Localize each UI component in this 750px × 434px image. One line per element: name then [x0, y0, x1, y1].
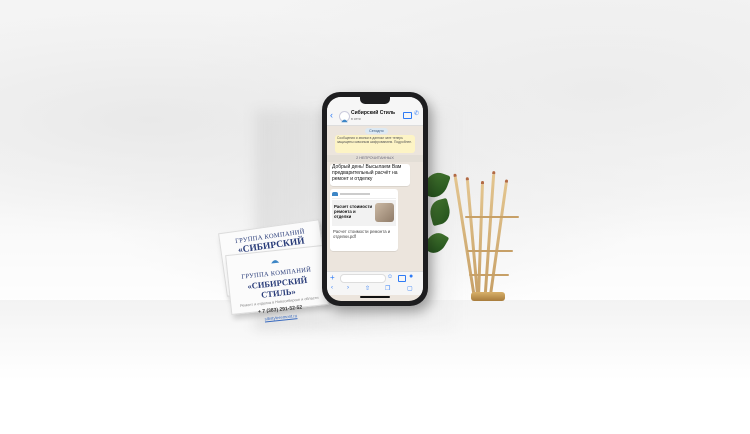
document-preview[interactable]: Расчет стоимости ремонта и отделки: [332, 200, 396, 226]
plus-icon[interactable]: +: [330, 273, 335, 282]
stand-ring: [469, 274, 509, 276]
stand-ring: [467, 250, 513, 252]
avatar[interactable]: [339, 111, 350, 123]
pencil-stand: [453, 170, 525, 305]
stand-base: [471, 292, 505, 301]
phone-screen: 11:52 ‹ Сибирский Стиль в сети ✆ Сегодня…: [327, 97, 423, 301]
sticker-icon[interactable]: ☺: [387, 274, 393, 280]
pencil: [477, 183, 484, 297]
message-bubble[interactable]: Добрый день! Высылаем Вам предварительны…: [330, 164, 410, 186]
tabs-icon[interactable]: ▢: [407, 285, 413, 292]
document-header: [332, 191, 396, 199]
product-scene: ГРУППА КОМПАНИЙ «СИБИРСКИЙ СТИЛЬ» ГРУППА…: [0, 0, 750, 434]
video-icon[interactable]: [403, 112, 412, 119]
share-icon[interactable]: ⇧: [365, 285, 370, 292]
company-logo-icon: [332, 192, 338, 196]
back-icon[interactable]: ‹: [330, 110, 333, 120]
header-line: [340, 193, 370, 195]
phone-notch: [360, 97, 390, 104]
stand-ring: [465, 216, 519, 218]
call-icon[interactable]: ✆: [414, 110, 419, 117]
document-thumbnail: [375, 203, 394, 222]
nav-back-icon[interactable]: ‹: [331, 285, 333, 291]
encryption-notice[interactable]: Сообщения и звонки в данном чате теперь …: [335, 135, 415, 153]
camera-icon[interactable]: [398, 275, 406, 282]
message-input[interactable]: [340, 274, 386, 283]
business-card-front: ГРУППА КОМПАНИЙ «СИБИРСКИЙ СТИЛЬ» Ремонт…: [225, 245, 329, 321]
company-logo-icon: [271, 260, 280, 264]
chat-name[interactable]: Сибирский Стиль: [351, 110, 395, 116]
date-chip: Сегодня: [365, 128, 388, 134]
nav-forward-icon[interactable]: ›: [347, 285, 349, 291]
document-title: Расчет стоимости ремонта и отделки: [334, 204, 373, 219]
chat-header: ‹ Сибирский Стиль в сети ✆: [327, 107, 423, 126]
mic-icon[interactable]: ●: [409, 273, 413, 280]
unread-divider: 2 НЕПРОЧИТАННЫХ: [327, 155, 423, 162]
document-message[interactable]: Расчет стоимости ремонта и отделки Расче…: [330, 189, 398, 251]
browser-toolbar: ‹ › ⇧ ❐ ▢: [327, 283, 423, 295]
smartphone: 11:52 ‹ Сибирский Стиль в сети ✆ Сегодня…: [322, 92, 428, 306]
company-logo-icon: [341, 119, 348, 123]
bookmarks-icon[interactable]: ❐: [385, 285, 390, 292]
chat-status: в сети: [351, 117, 361, 121]
document-filename[interactable]: Расчет стоимости ремонта и отделки.pdf: [333, 229, 395, 239]
home-indicator: [360, 296, 390, 298]
